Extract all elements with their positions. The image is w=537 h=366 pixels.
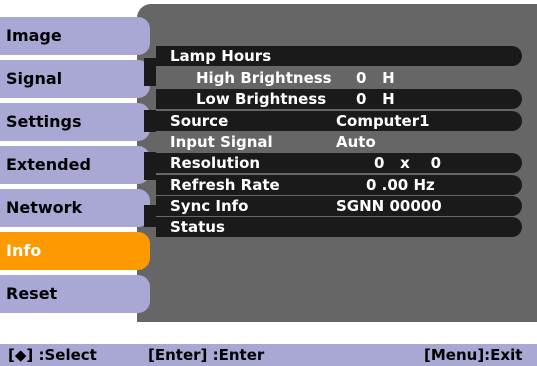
sync-info-label: Sync Info <box>170 197 249 215</box>
menu-item-reset[interactable]: Reset <box>0 275 150 313</box>
select-hint: [◆] :Select <box>8 346 97 364</box>
lamp-hours-label: Lamp Hours <box>170 47 272 65</box>
panel-tab <box>144 205 156 227</box>
panel-tab-top <box>144 58 156 86</box>
menu-item-signal[interactable]: Signal <box>0 60 150 98</box>
refresh-rate-value: 0 .00 Hz <box>366 176 435 194</box>
menu-item-settings[interactable]: Settings <box>0 103 150 141</box>
panel-tab <box>144 110 156 132</box>
status-label: Status <box>170 218 225 236</box>
menu-item-image[interactable]: Image <box>0 17 150 55</box>
row-lamp-hours: Lamp Hours <box>156 46 522 66</box>
side-menu: Image Signal Settings Extended Network I… <box>0 12 150 322</box>
row-low-brightness: Low Brightness 0 H <box>156 89 522 109</box>
input-signal-label: Input Signal <box>170 133 273 151</box>
row-resolution: Resolution 0 x 0 <box>156 153 522 173</box>
row-refresh-rate: Refresh Rate 0 .00 Hz <box>156 175 522 195</box>
low-brightness-label: Low Brightness <box>196 90 327 108</box>
enter-hint: [Enter] :Enter <box>148 346 265 364</box>
resolution-value: 0 x 0 <box>374 154 442 172</box>
low-brightness-value: 0 H <box>356 90 395 108</box>
resolution-label: Resolution <box>170 154 261 172</box>
footer-bar: [◆] :Select [Enter] :Enter [Menu]:Exit <box>0 344 537 366</box>
row-status: Status <box>156 217 522 237</box>
exit-hint: [Menu]:Exit <box>424 346 523 364</box>
source-label: Source <box>170 112 229 130</box>
source-value: Computer1 <box>336 112 430 130</box>
refresh-rate-label: Refresh Rate <box>170 176 280 194</box>
high-brightness-value: 0 H <box>356 69 395 87</box>
row-input-signal: Input Signal Auto <box>156 132 522 152</box>
row-source: Source Computer1 <box>156 111 522 131</box>
row-sync-info: Sync Info SGNN 00000 <box>156 196 522 216</box>
sync-info-value: SGNN 00000 <box>336 197 442 215</box>
menu-item-info[interactable]: Info <box>0 232 150 270</box>
menu-item-extended[interactable]: Extended <box>0 146 150 184</box>
menu-item-network[interactable]: Network <box>0 189 150 227</box>
input-signal-value: Auto <box>336 133 376 151</box>
panel-tab <box>144 152 156 180</box>
row-high-brightness: High Brightness 0 H <box>156 68 522 88</box>
high-brightness-label: High Brightness <box>196 69 332 87</box>
